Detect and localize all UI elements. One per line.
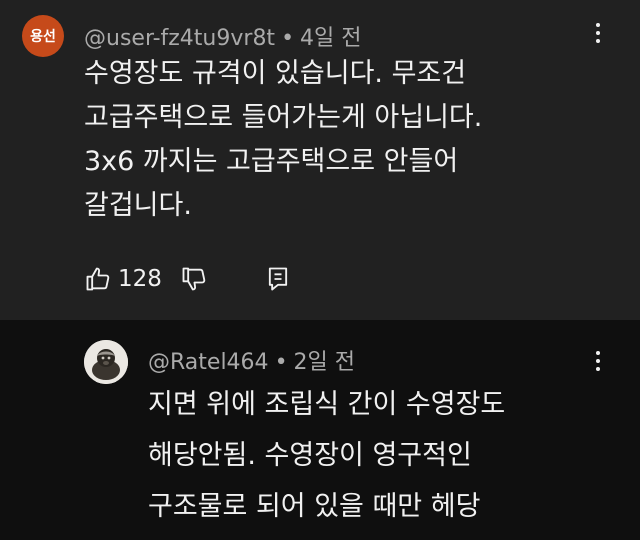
- comment-text-line: 수영장도 규격이 있습니다. 무조건: [84, 58, 467, 89]
- dislike-icon: [182, 267, 206, 291]
- more-options-button[interactable]: [592, 22, 604, 46]
- reply-text-line: 해당안됨. 수영장이 영구적인: [148, 440, 472, 471]
- like-button[interactable]: [84, 265, 112, 293]
- comments-page: 용선 @user-fz4tu9vr8t • 4일 전 수영장도 규격이 있습니다. …: [0, 0, 640, 540]
- like-count: 128: [118, 266, 162, 292]
- reply-header: @Ratel464 • 2일 전: [148, 344, 355, 376]
- reply-text-line: 구조물로 되어 있을 때만 헤당: [148, 491, 481, 522]
- reply-icon: [268, 267, 288, 291]
- reply-button[interactable]: [264, 265, 292, 293]
- separator-dot: •: [281, 26, 295, 51]
- like-icon: [86, 267, 110, 291]
- comment: 용선 @user-fz4tu9vr8t • 4일 전 수영장도 규격이 있습니다. …: [0, 0, 640, 320]
- comment-header: @user-fz4tu9vr8t • 4일 전: [84, 20, 362, 52]
- author-handle[interactable]: @user-fz4tu9vr8t: [84, 26, 275, 51]
- comment-actions: 128: [84, 259, 292, 299]
- honey-badger-avatar-image: [84, 340, 128, 384]
- comment-timestamp[interactable]: 4일 전: [300, 26, 361, 51]
- reply-text-line: 지면 위에 조립식 간이 수영장도: [148, 389, 506, 420]
- comment-text-line: 3x6 까지는 고급주택으로 안들어: [84, 146, 459, 177]
- avatar[interactable]: [84, 340, 128, 384]
- comment-timestamp[interactable]: 2일 전: [294, 350, 355, 375]
- comment-text-line: 고급주택으로 들어가는게 아닙니다.: [84, 102, 483, 133]
- separator-dot: •: [274, 350, 288, 375]
- avatar[interactable]: 용선: [22, 15, 64, 57]
- dislike-button[interactable]: [180, 265, 208, 293]
- comment-text-line: 갈겁니다.: [84, 190, 192, 221]
- more-options-button[interactable]: [592, 350, 604, 374]
- author-handle[interactable]: @Ratel464: [148, 350, 269, 375]
